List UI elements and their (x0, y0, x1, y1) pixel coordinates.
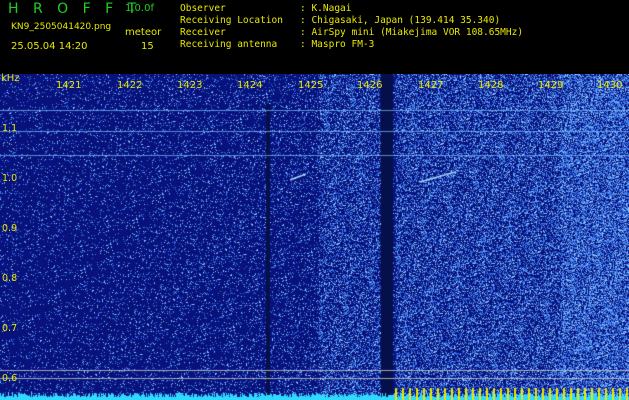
count-label: 15 (141, 41, 154, 52)
info-row-antenna: Receiving antenna: Maspro FM-3 (180, 39, 375, 50)
x-tick: 1430 (597, 80, 623, 91)
spectrogram-canvas (0, 74, 629, 400)
filename-label: KN9_2505041420.png (11, 22, 112, 32)
info-row-observer: Observer: K.Nagai (180, 3, 352, 14)
x-tick: 1428 (478, 80, 504, 91)
station-info: Observer: K.Nagai Receiving Location: Ch… (180, 3, 523, 51)
x-tick: 1423 (177, 80, 203, 91)
y-tick: 0.7 (2, 323, 18, 334)
x-tick: 1422 (117, 80, 143, 91)
info-row-receiver: Receiver: AirSpy mini (Miakejima VOR 108… (180, 27, 524, 38)
y-tick: 1.0 (2, 173, 18, 184)
y-tick: 0.9 (2, 223, 18, 234)
x-tick: 1424 (237, 80, 263, 91)
header-panel: H R O F F T 1.0.0f KN9_2505041420.png me… (0, 0, 629, 74)
x-tick: 1421 (56, 80, 82, 91)
x-tick: 1429 (538, 80, 564, 91)
y-axis-unit: kHz (1, 73, 20, 84)
y-tick: 0.6 (2, 373, 18, 384)
x-tick: 1425 (298, 80, 324, 91)
version-label: 1.0.0f (125, 3, 154, 14)
x-tick: 1427 (418, 80, 444, 91)
mode-label: meteor (125, 27, 162, 38)
y-tick: 0.8 (2, 273, 18, 284)
datetime-label: 25.05.04 14:20 (11, 41, 88, 52)
x-tick: 1426 (357, 80, 383, 91)
y-tick: 1.1 (2, 123, 18, 134)
app-title: H R O F F T (8, 1, 142, 17)
info-row-location: Receiving Location: Chigasaki, Japan (13… (180, 15, 501, 26)
